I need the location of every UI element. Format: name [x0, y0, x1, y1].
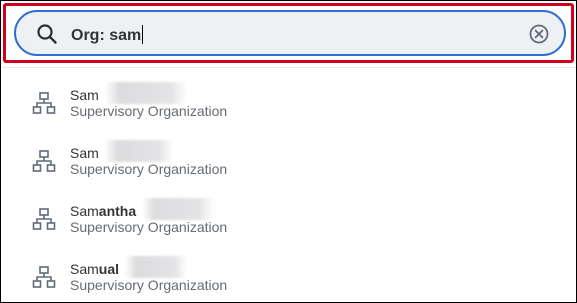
search-popup: Org: sam Sam Supervisory Organization Sa… — [0, 0, 577, 303]
search-icon — [37, 24, 57, 44]
result-name-match: Sam — [70, 87, 99, 103]
result-type: Supervisory Organization — [70, 161, 228, 177]
org-chart-icon — [32, 92, 56, 114]
clear-icon[interactable] — [528, 23, 550, 45]
redacted-text — [142, 198, 215, 220]
result-item[interactable]: Samantha Supervisory Organization — [1, 187, 576, 243]
search-query: sam — [109, 27, 142, 44]
result-type: Supervisory Organization — [70, 277, 228, 293]
result-name-rest: antha — [98, 203, 137, 219]
org-chart-icon — [32, 208, 56, 230]
redacted-text — [125, 256, 188, 278]
redacted-text — [104, 140, 173, 162]
result-item[interactable]: Samual Supervisory Organization — [1, 245, 576, 301]
search-bar[interactable]: Org: sam — [14, 10, 566, 56]
result-name-match: Sam — [70, 261, 99, 277]
result-type: Supervisory Organization — [70, 219, 228, 235]
org-chart-icon — [32, 266, 56, 288]
org-chart-icon — [32, 150, 56, 172]
divider — [2, 67, 576, 68]
text-caret — [142, 25, 144, 44]
search-input[interactable]: Org: sam — [71, 25, 144, 45]
result-name: Sam — [70, 82, 187, 104]
result-name-match: Sam — [70, 145, 99, 161]
redacted-text — [104, 82, 187, 104]
result-name: Sam — [70, 140, 173, 162]
search-prefix: Org: — [71, 27, 110, 44]
result-name: Samual — [70, 256, 188, 278]
result-item[interactable]: Sam Supervisory Organization — [1, 129, 576, 185]
result-name-match: Sam — [70, 203, 99, 219]
result-name-rest: ual — [98, 261, 120, 277]
result-type: Supervisory Organization — [70, 103, 228, 119]
result-item[interactable]: Sam Supervisory Organization — [1, 71, 576, 127]
result-name: Samantha — [70, 198, 215, 220]
